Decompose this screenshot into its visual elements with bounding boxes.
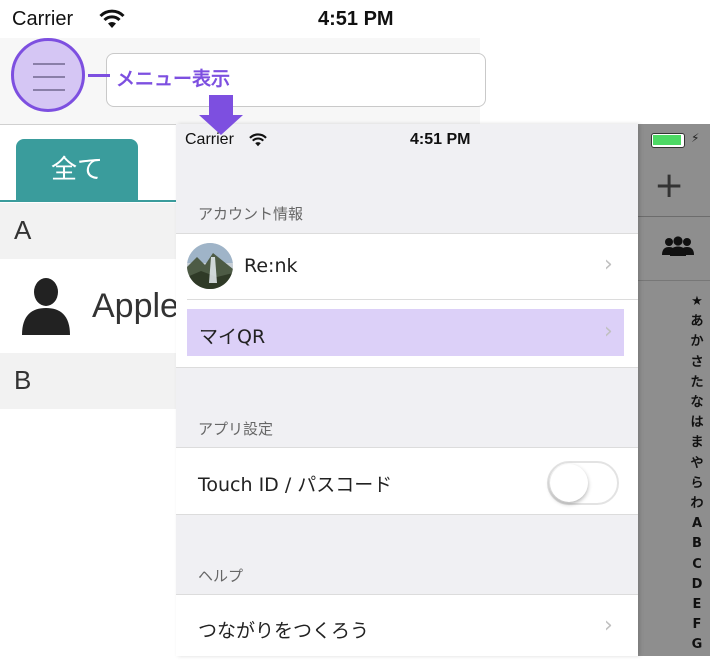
section-header-label: B xyxy=(14,365,32,395)
section-index[interactable]: ★ あかさたなはまやらわ A B C D E F G xyxy=(688,292,706,656)
index-letter[interactable]: わ xyxy=(688,494,706,514)
index-letter[interactable]: ら xyxy=(688,474,706,494)
people-icon[interactable] xyxy=(660,236,696,256)
index-letter[interactable]: D xyxy=(688,575,706,595)
index-letter[interactable]: B xyxy=(688,534,706,554)
connect-label: つながりをつくろう xyxy=(198,620,370,642)
touch-id-toggle[interactable] xyxy=(547,461,619,505)
tab-all[interactable]: 全て xyxy=(16,139,138,201)
divider xyxy=(638,280,710,281)
index-letter[interactable]: な xyxy=(688,393,706,413)
index-letter[interactable]: ま xyxy=(688,433,706,453)
my-qr-label: マイQR xyxy=(199,326,266,348)
wifi-icon xyxy=(249,133,267,147)
index-letter[interactable]: A xyxy=(688,514,706,534)
app-settings-section-header: アプリ設定 xyxy=(198,420,274,438)
account-section-header: アカウント情報 xyxy=(198,205,304,223)
help-section-header: ヘルプ xyxy=(198,567,244,585)
divider xyxy=(176,514,638,515)
index-letter[interactable]: や xyxy=(688,454,706,474)
callout-connector xyxy=(88,74,110,77)
arrow-head xyxy=(199,115,243,135)
battery-icon xyxy=(651,133,685,148)
index-letter[interactable]: あ xyxy=(688,312,706,332)
index-letter[interactable]: は xyxy=(688,413,706,433)
plus-icon[interactable]: + xyxy=(654,168,684,204)
index-letter[interactable]: さ xyxy=(688,353,706,373)
drawer-status-time: 4:51 PM xyxy=(410,131,471,148)
chevron-right-icon: › xyxy=(604,252,613,277)
contact-name: Apple xyxy=(92,287,179,325)
arrow-down-icon xyxy=(209,95,233,115)
index-letter[interactable]: か xyxy=(688,332,706,352)
divider xyxy=(187,299,638,300)
divider xyxy=(176,367,638,368)
section-header-label: A xyxy=(14,215,32,245)
avatar xyxy=(187,243,233,289)
charging-icon: ⚡ xyxy=(691,131,700,145)
index-letter[interactable]: た xyxy=(688,373,706,393)
wifi-icon xyxy=(99,9,125,28)
menu-button[interactable] xyxy=(11,38,85,112)
chevron-right-icon: › xyxy=(604,319,613,344)
index-letter[interactable]: F xyxy=(688,615,706,635)
index-letter[interactable]: ★ xyxy=(688,292,706,312)
person-icon xyxy=(22,278,70,335)
profile-name: Re:nk xyxy=(244,255,298,277)
status-time: 4:51 PM xyxy=(318,8,394,30)
chevron-right-icon: › xyxy=(604,613,613,638)
callout-label: メニュー表示 xyxy=(116,68,231,90)
divider xyxy=(638,216,710,217)
status-carrier: Carrier xyxy=(12,8,74,30)
index-letter[interactable]: C xyxy=(688,555,706,575)
index-letter[interactable]: G xyxy=(688,635,706,655)
index-letter[interactable]: E xyxy=(688,595,706,615)
touch-id-label: Touch ID / パスコード xyxy=(198,474,393,496)
